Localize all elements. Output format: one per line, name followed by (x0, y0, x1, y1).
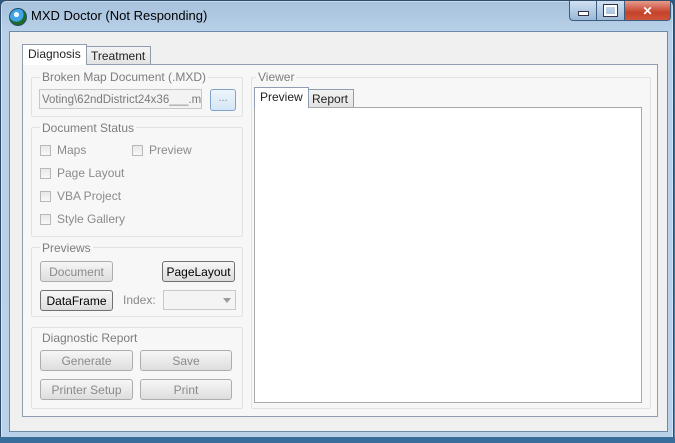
tab-report[interactable]: Report (306, 89, 355, 108)
browse-button[interactable]: ... (210, 89, 236, 111)
checkbox-label: Maps (57, 143, 87, 157)
previews-group-label: Previews (40, 241, 93, 255)
tab-diagnosis[interactable]: Diagnosis (22, 44, 87, 65)
window-title: MXD Doctor (Not Responding) (31, 8, 208, 23)
close-button[interactable]: ✕ (624, 1, 671, 21)
diagnostic-report-group-label: Diagnostic Report (40, 331, 140, 345)
save-button[interactable]: Save (140, 350, 232, 371)
maximize-icon (603, 4, 618, 17)
minimize-button[interactable] (569, 1, 598, 21)
viewer-group-label: Viewer (256, 70, 297, 84)
generate-button[interactable]: Generate (40, 350, 133, 371)
checkbox-box (132, 144, 143, 156)
maps-checkbox[interactable]: Maps (40, 143, 86, 157)
page-layout-checkbox[interactable]: Page Layout (40, 166, 124, 180)
broken-map-group-label: Broken Map Document (.MXD) (40, 70, 209, 84)
printer-setup-button[interactable]: Printer Setup (40, 379, 133, 400)
checkbox-label: Style Gallery (57, 212, 126, 226)
vba-project-checkbox[interactable]: VBA Project (40, 189, 121, 203)
minimize-icon (578, 11, 589, 16)
checkbox-label: VBA Project (57, 189, 122, 203)
globe-icon (9, 8, 27, 26)
document-preview-button[interactable]: Document (40, 261, 113, 282)
tab-treatment[interactable]: Treatment (85, 46, 152, 65)
checkbox-box (40, 213, 51, 225)
preview-checkbox[interactable]: Preview (132, 143, 192, 157)
checkbox-box (40, 167, 51, 179)
preview-canvas[interactable] (254, 107, 642, 403)
checkbox-label: Page Layout (57, 166, 125, 180)
mxd-path-field[interactable]: Voting\62ndDistrict24x36___.mxd (39, 89, 202, 109)
client-area: Diagnosis Treatment Broken Map Document … (9, 31, 668, 432)
application-window: MXD Doctor (Not Responding) ✕ Diagnosis … (0, 0, 674, 439)
tab-preview[interactable]: Preview (254, 87, 309, 108)
maximize-button[interactable] (596, 1, 625, 21)
checkbox-box (40, 190, 51, 202)
desktop-background-strip (0, 437, 675, 443)
style-gallery-checkbox[interactable]: Style Gallery (40, 212, 125, 226)
diagnosis-panel: Broken Map Document (.MXD) Voting\62ndDi… (22, 64, 658, 417)
index-dropdown[interactable] (163, 290, 236, 310)
dataframe-preview-button[interactable]: DataFrame (40, 290, 113, 311)
checkbox-label: Preview (149, 143, 192, 157)
index-label: Index: (123, 293, 156, 307)
checkbox-box (40, 144, 51, 156)
close-icon: ✕ (642, 3, 653, 18)
chevron-down-icon (223, 298, 231, 303)
pagelayout-preview-button[interactable]: PageLayout (162, 261, 235, 282)
title-bar[interactable]: MXD Doctor (Not Responding) ✕ (1, 1, 673, 31)
document-status-group-label: Document Status (40, 121, 137, 135)
print-button[interactable]: Print (140, 379, 232, 400)
